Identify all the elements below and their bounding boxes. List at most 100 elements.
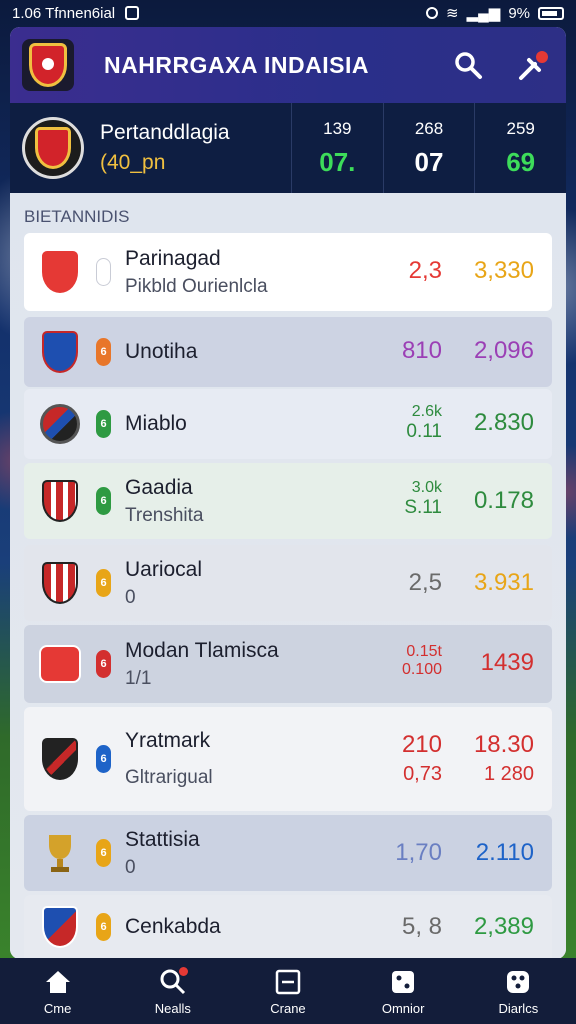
stat-b: 18.30 1 280 [474, 731, 534, 786]
list-item[interactable]: 6 Yratmark Gltrarigual 210 0,73 18.30 1 … [24, 707, 552, 811]
summary-column[interactable]: 268 07 [384, 103, 476, 193]
rank-pill: 6 [96, 410, 111, 438]
club-logo[interactable] [22, 39, 74, 91]
stat-a: 810 [401, 337, 442, 364]
signal-icon: ▂▄▆ [466, 5, 501, 22]
team-sub: 0 [125, 856, 136, 878]
app-header: NAHRRGAXA INDAISIA [10, 27, 566, 103]
team-crest [38, 402, 82, 446]
stat-b: 2.110 [475, 839, 534, 866]
search-icon [158, 966, 188, 997]
list-item[interactable]: 6 Unotiha 810 2,096 [24, 317, 552, 387]
standings-list: BIETANNIDIS Parinagad Pikbld Ourienlcla … [10, 193, 566, 959]
rank-pill [96, 258, 111, 286]
team-name: Miablo [125, 412, 187, 435]
summary-top: 268 [414, 118, 444, 138]
stat-a: 0.15t 0.100 [402, 643, 442, 679]
stat-a: 3.0k S.11 [404, 479, 442, 519]
status-time: 1.06 Tfnnen6ial [12, 4, 116, 22]
nav-label: Crane [270, 1000, 306, 1016]
notification-badge [178, 966, 188, 976]
list-item[interactable]: 6 Miablo 2.6k 0.11 2.830 [24, 389, 552, 459]
stat-a: 1,70 [395, 839, 442, 866]
search-button[interactable] [450, 47, 486, 83]
stat-a: 5, 8 [401, 913, 442, 940]
stat-b: 3.931 [473, 569, 534, 596]
stats-icon [503, 967, 533, 997]
team-sub: 1/1 [125, 667, 152, 689]
stat-b: 2,096 [473, 337, 534, 364]
stat-a: 2.6k 0.11 [406, 403, 442, 443]
list-item[interactable]: 6 Gaadia Trenshita 3.0k S.11 0.178 [24, 463, 552, 539]
summary-top: 259 [506, 118, 535, 138]
pin-icon [519, 51, 548, 80]
search-icon [455, 52, 482, 79]
stat-a-line1: 0.15t [406, 643, 442, 660]
team-crest [38, 905, 82, 949]
stat-b: 2.830 [473, 409, 534, 436]
team-name: Yratmark [125, 729, 211, 752]
section-label: BIETANNIDIS [24, 207, 130, 226]
rank-pill: 6 [96, 569, 111, 597]
scoreboard-icon [273, 967, 303, 997]
team-sub: 0 [125, 586, 136, 608]
team-crest [38, 250, 82, 294]
app-title: NAHRRGAXA INDAISIA [104, 51, 369, 78]
team-name: Modan Tlamisca [125, 638, 279, 662]
pin-button[interactable] [516, 47, 552, 83]
summary-value: 69 [506, 146, 536, 177]
nav-label: Diarlcs [498, 1000, 539, 1016]
summary-top: 139 [323, 118, 352, 138]
summary-column[interactable]: 139 07. [292, 103, 384, 193]
nav-label: Nealls [154, 1000, 191, 1016]
summary-value: 07 [414, 146, 444, 177]
rank-pill: 6 [96, 745, 111, 773]
battery-icon [538, 6, 564, 20]
list-item[interactable]: 6 Cenkabda 5, 8 2,389 [24, 895, 552, 959]
team-name: Uariocal [125, 557, 203, 581]
team-sub: Gltrarigual [125, 767, 213, 788]
summary-title: Pertanddlagia [100, 121, 230, 144]
alarm-icon [426, 7, 439, 19]
team-crest [38, 561, 82, 605]
team-name: Cenkabda [125, 915, 221, 938]
list-item[interactable]: 6 Uariocal 0 2,5 3.931 [24, 545, 552, 621]
team-crest [38, 831, 82, 875]
nav-item-home[interactable]: Cme [8, 967, 108, 1016]
stat-a-line1: 3.0k [411, 479, 442, 496]
team-crest [38, 479, 82, 523]
app-window: NAHRRGAXA INDAISIA Pertanddlagia (40_pn … [10, 27, 566, 959]
team-name: Parinagad [125, 246, 221, 270]
summary-value: 07. [319, 146, 356, 177]
summary-strip: Pertanddlagia (40_pn 139 07. 268 07 259 … [10, 103, 566, 193]
notification-icon [125, 6, 140, 20]
team-crest [38, 642, 82, 686]
battery-percent: 9% [508, 4, 530, 22]
stat-a: 2,3 [408, 257, 442, 284]
rank-pill: 6 [96, 338, 111, 366]
team-name: Unotiha [125, 340, 198, 363]
stat-a-line2: 0,73 [403, 763, 442, 785]
team-crest [38, 737, 82, 781]
nav-item-stats[interactable]: Diarlcs [468, 967, 568, 1016]
list-item[interactable]: 6 Stattisia 0 1,70 2.110 [24, 815, 552, 891]
rank-pill: 6 [96, 839, 111, 867]
stat-a-line2: 0.11 [406, 421, 442, 442]
stat-b-line2: 1 280 [483, 763, 534, 785]
nav-item-games[interactable]: Omnior [353, 967, 453, 1016]
team-crest [22, 117, 84, 179]
nav-item-scores[interactable]: Crane [238, 967, 338, 1016]
rank-pill: 6 [96, 650, 111, 678]
list-item[interactable]: 6 Modan Tlamisca 1/1 0.15t 0.100 1439 [24, 625, 552, 703]
team-sub: Trenshita [125, 504, 204, 526]
list-item[interactable]: Parinagad Pikbld Ourienlcla 2,3 3,330 [24, 233, 552, 311]
nav-label: Cme [43, 1000, 72, 1016]
stat-b: 3,330 [473, 257, 534, 284]
stat-a-line1: 210 [401, 731, 442, 758]
summary-column[interactable]: 259 69 [475, 103, 566, 193]
team-name: Gaadia [125, 475, 193, 499]
team-sub: Pikbld Ourienlcla [125, 275, 268, 297]
nav-item-search[interactable]: Nealls [123, 966, 223, 1016]
dice-icon [388, 967, 418, 997]
team-crest [38, 330, 82, 374]
